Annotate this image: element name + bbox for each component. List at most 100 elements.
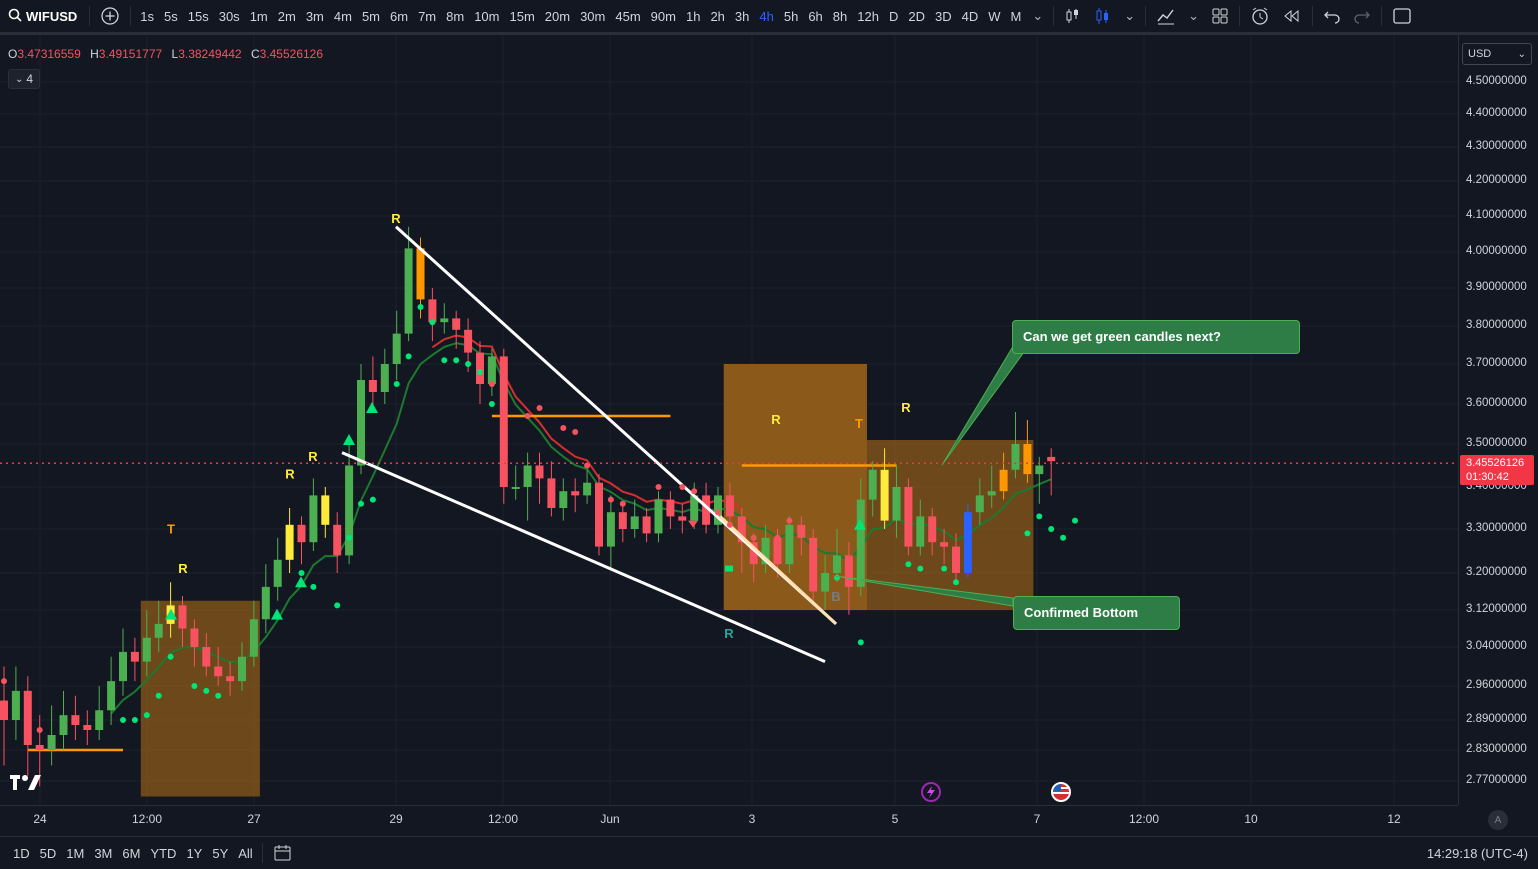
indicators-toggle[interactable]: ⌄ 4 <box>8 69 40 89</box>
range-6m[interactable]: 6M <box>117 846 145 861</box>
timeframe-1s[interactable]: 1s <box>135 9 159 24</box>
timeframe-W[interactable]: W <box>983 9 1005 24</box>
candle-body <box>226 676 235 682</box>
range-1y[interactable]: 1Y <box>181 846 207 861</box>
timeframe-8h[interactable]: 8h <box>828 9 852 24</box>
time-tick: 5 <box>891 812 899 826</box>
time-tick: 27 <box>247 812 261 826</box>
timeframe-M[interactable]: M <box>1006 9 1027 24</box>
timeframe-30m[interactable]: 30m <box>575 9 610 24</box>
signal-r: R <box>391 211 401 226</box>
timeframe-5h[interactable]: 5h <box>779 9 803 24</box>
fullscreen-icon[interactable] <box>1386 7 1418 25</box>
timeframe-4h[interactable]: 4h <box>754 9 778 24</box>
signal-dot <box>953 579 959 586</box>
compare-add-icon[interactable] <box>94 6 126 26</box>
signal-dot <box>560 425 567 431</box>
candle-body <box>559 491 568 508</box>
timeframe-7m[interactable]: 7m <box>413 9 441 24</box>
range-all[interactable]: All <box>233 846 257 861</box>
timeframe-6h[interactable]: 6h <box>803 9 827 24</box>
currency-select[interactable]: USD ⌄ <box>1462 43 1532 65</box>
timeframe-D[interactable]: D <box>884 9 903 24</box>
alert-clock-icon[interactable] <box>1244 6 1276 26</box>
chevron-down-icon[interactable]: ⌄ <box>1118 8 1141 24</box>
candle-body <box>416 248 425 300</box>
timeframe-10m[interactable]: 10m <box>469 9 504 24</box>
timeframe-4m[interactable]: 4m <box>329 9 357 24</box>
lightning-event-icon[interactable] <box>921 782 941 802</box>
timeframe-3m[interactable]: 3m <box>301 9 329 24</box>
signal-dot <box>465 361 472 367</box>
replay-icon[interactable] <box>1276 8 1308 24</box>
candle-body <box>261 586 270 620</box>
callout-green-candles[interactable]: Can we get green candles next? <box>1012 320 1300 354</box>
indicators-icon[interactable] <box>1150 7 1182 25</box>
redo-icon[interactable] <box>1347 8 1377 24</box>
callout-confirmed-bottom[interactable]: Confirmed Bottom <box>1013 596 1180 630</box>
timeframe-2D[interactable]: 2D <box>903 9 930 24</box>
timeframe-3D[interactable]: 3D <box>930 9 957 24</box>
range-ytd[interactable]: YTD <box>145 846 181 861</box>
price-chart[interactable]: TRRRRR TRRB <box>0 35 1458 805</box>
layout-grid-icon[interactable] <box>1205 7 1235 25</box>
timeframe-list: 1s 5s 15s 30s 1m 2m 3m 4m 5m 6m 7m 8m 10m 15m 20m 30m 45… <box>135 9 1026 24</box>
signal-dot <box>488 381 495 387</box>
timeframe-5m[interactable]: 5m <box>357 9 385 24</box>
timeframe-90m[interactable]: 90m <box>646 9 681 24</box>
candle-body <box>892 487 901 521</box>
timeframe-6m[interactable]: 6m <box>385 9 413 24</box>
timeframe-30s[interactable]: 30s <box>214 9 245 24</box>
calendar-icon[interactable] <box>267 844 299 862</box>
timeframe-1h[interactable]: 1h <box>681 9 705 24</box>
candles-icon[interactable] <box>1088 7 1118 25</box>
range-1m[interactable]: 1M <box>61 846 89 861</box>
timeframe-4D[interactable]: 4D <box>957 9 984 24</box>
candle-body <box>238 656 246 682</box>
symbol-search[interactable]: WIFUSD <box>0 0 85 32</box>
range-1d[interactable]: 1D <box>8 846 35 861</box>
chevron-down-icon[interactable]: ⌄ <box>1182 8 1205 24</box>
timeframe-2m[interactable]: 2m <box>273 9 301 24</box>
candle-body <box>904 487 913 547</box>
timeframe-8m[interactable]: 8m <box>441 9 469 24</box>
candle-body <box>833 555 841 573</box>
bar-style-icon[interactable] <box>1058 7 1088 25</box>
time-scale[interactable] <box>0 805 1458 834</box>
signal-r: R <box>178 561 188 576</box>
range-5y[interactable]: 5Y <box>207 846 233 861</box>
timeframe-15m[interactable]: 15m <box>504 9 539 24</box>
signal-r: R <box>724 626 734 641</box>
search-icon <box>8 8 22 25</box>
candle-body <box>392 333 401 364</box>
candle-body <box>499 356 508 487</box>
price-tick: 3.30000000 <box>1466 522 1527 534</box>
range-3m[interactable]: 3M <box>89 846 117 861</box>
signal-dot <box>536 405 543 411</box>
timeframe-45m[interactable]: 45m <box>610 9 645 24</box>
signal-dot <box>441 357 448 364</box>
us-flag-event-icon[interactable] <box>1051 782 1071 802</box>
chevron-down-icon: ⌄ <box>14 73 24 85</box>
timeframe-2h[interactable]: 2h <box>705 9 729 24</box>
signal-dot <box>155 692 162 699</box>
timeframe-12h[interactable]: 12h <box>852 9 884 24</box>
range-5d[interactable]: 5D <box>35 846 62 861</box>
scale-settings-icon[interactable]: A <box>1488 810 1508 830</box>
candle-body <box>999 469 1008 492</box>
candle-body <box>404 248 413 334</box>
candle-body <box>273 559 282 587</box>
undo-icon[interactable] <box>1317 8 1347 24</box>
signal-dot <box>691 488 698 495</box>
tradingview-logo[interactable] <box>10 773 42 797</box>
timeframe-1m[interactable]: 1m <box>245 9 273 24</box>
timeframe-3h[interactable]: 3h <box>730 9 754 24</box>
signal-dot <box>1060 534 1067 541</box>
signal-dot <box>655 484 662 490</box>
chevron-down-icon[interactable]: ⌄ <box>1026 8 1049 24</box>
timeframe-5s[interactable]: 5s <box>159 9 183 24</box>
signal-dot <box>941 565 948 572</box>
signal-dot <box>191 683 198 689</box>
timeframe-15s[interactable]: 15s <box>183 9 214 24</box>
timeframe-20m[interactable]: 20m <box>540 9 575 24</box>
